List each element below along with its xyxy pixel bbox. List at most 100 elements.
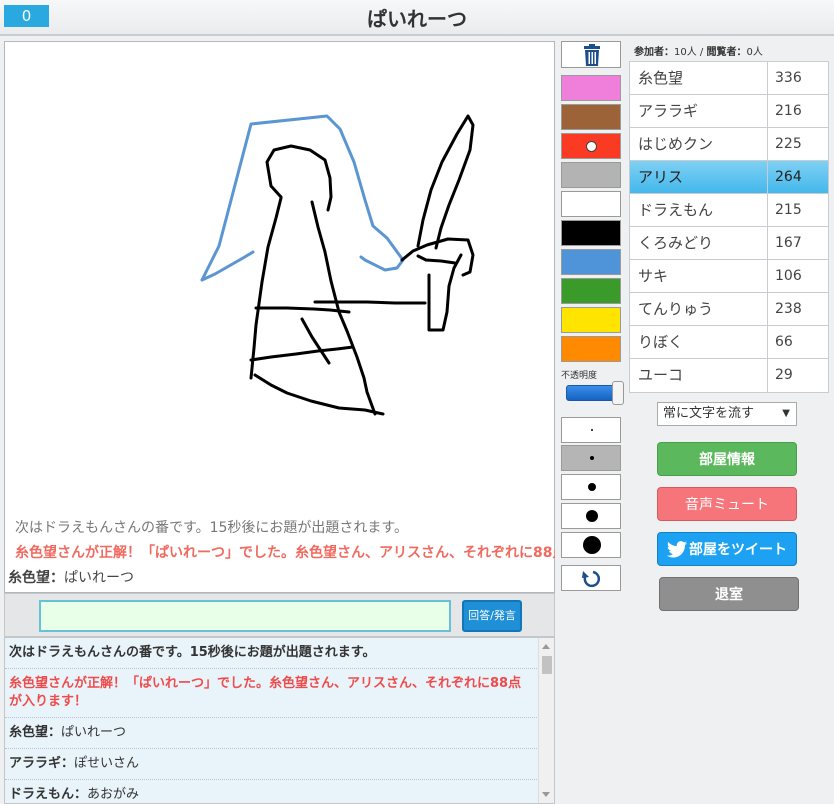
- log-row-speaker: 糸色望：: [9, 725, 62, 740]
- color-swatch[interactable]: [561, 278, 621, 304]
- tweet-room-button[interactable]: 部屋をツイート: [657, 532, 797, 566]
- voice-mute-button[interactable]: 音声ミュート: [657, 487, 797, 521]
- chevron-down-icon: ▼: [782, 408, 790, 419]
- participant-counts: 参加者：10人 / 閲覧者：0人: [634, 43, 763, 58]
- black-stroke-arm: [313, 300, 427, 305]
- log-row-text: ぽせいさん: [74, 756, 140, 771]
- player-score: 216: [775, 103, 802, 119]
- clear-canvas-button[interactable]: [561, 41, 621, 68]
- undo-icon: [582, 570, 601, 588]
- opacity-slider[interactable]: [566, 385, 616, 401]
- player-row: ドラえもん 215: [630, 194, 828, 227]
- color-swatch[interactable]: [561, 162, 621, 188]
- player-score: 167: [775, 235, 802, 251]
- brush-size-2[interactable]: [561, 445, 621, 471]
- log-row: ドラえもん：あおがみ: [5, 780, 537, 803]
- player-score: 29: [775, 367, 793, 383]
- player-score: 336: [775, 70, 802, 86]
- color-swatch[interactable]: [561, 191, 621, 217]
- drawing-canvas[interactable]: 次はドラえもんさんの番です。15秒後にお題が出題されます。 糸色望さんが正解！「…: [4, 41, 555, 593]
- brush-size-dot-icon: [590, 456, 594, 460]
- brush-size-4[interactable]: [561, 503, 621, 529]
- black-stroke-head: [265, 144, 333, 212]
- color-swatch[interactable]: [561, 307, 621, 333]
- canvas-last-chat-text: ぱいれーつ: [64, 570, 134, 586]
- color-swatch[interactable]: [561, 133, 621, 159]
- black-stroke-sword: [416, 114, 475, 250]
- log-row-text: 次はドラえもんさんの番です。15秒後にお題が出題されます。: [9, 645, 376, 660]
- canvas-correct-message: 糸色望さんが正解！「ぱいれーつ」でした。糸色望さん、アリスさん、それぞれに88点…: [15, 545, 555, 561]
- player-score: 238: [775, 301, 802, 317]
- player-row: アリス 264: [630, 161, 828, 194]
- player-name: アララギ: [630, 95, 768, 127]
- leave-room-button[interactable]: 退室: [659, 577, 799, 611]
- black-stroke-belt-top: [254, 306, 351, 314]
- color-swatch[interactable]: [561, 336, 621, 362]
- player-score: 225: [775, 136, 802, 152]
- undo-button[interactable]: [561, 565, 621, 591]
- opacity-label: 不透明度: [561, 371, 598, 381]
- answer-bar: 回答/発言: [4, 593, 555, 637]
- brush-size-5[interactable]: [561, 532, 621, 558]
- player-row: アララギ 216: [630, 95, 828, 128]
- viewers-count: 0人: [746, 47, 763, 58]
- twitter-bird-icon: [666, 541, 688, 558]
- color-swatch[interactable]: [561, 104, 621, 130]
- black-stroke-legs: [300, 317, 331, 365]
- player-row: りぼく 66: [630, 326, 828, 359]
- participants-count: 10人: [674, 47, 697, 58]
- log-row: 糸色望さんが正解！「ぱいれーつ」でした。糸色望さん、アリスさん、それぞれに88点…: [5, 669, 537, 718]
- player-list: 糸色望 336 アララギ 216 はじめクン 225 アリス 264 ドラえもん 215 くろみどり…: [629, 61, 829, 393]
- scroll-thumb[interactable]: [542, 656, 552, 674]
- room-info-button[interactable]: 部屋情報: [657, 442, 797, 476]
- player-score: 66: [775, 334, 793, 350]
- player-score: 215: [775, 202, 802, 218]
- log-row-text: ぱいれーつ: [61, 725, 127, 740]
- log-row-text: あおがみ: [87, 787, 140, 802]
- player-name: 糸色望: [630, 62, 768, 94]
- player-row: 糸色望 336: [630, 62, 828, 95]
- selected-color-dot-icon: [586, 141, 597, 152]
- chat-log-scrollbar[interactable]: [538, 638, 554, 803]
- participants-label: 参加者：: [634, 47, 674, 58]
- answer-input[interactable]: [39, 600, 451, 632]
- brush-size-3[interactable]: [561, 474, 621, 500]
- log-row-text: 糸色望さんが正解！「ぱいれーつ」でした。糸色望さん、アリスさん、それぞれに88点…: [9, 676, 522, 709]
- player-score: 106: [775, 268, 802, 284]
- scroll-down-arrow-icon[interactable]: [542, 792, 550, 797]
- player-row: てんりゅう 238: [630, 293, 828, 326]
- opacity-slider-handle[interactable]: [612, 381, 624, 405]
- log-row-speaker: ドラえもん：: [9, 787, 88, 802]
- brush-size-dot-icon: [583, 536, 601, 554]
- canvas-system-message: 次はドラえもんさんの番です。15秒後にお題が出題されます。: [15, 520, 409, 536]
- log-row-speaker: アララギ：: [9, 756, 75, 771]
- black-stroke-body-left: [249, 196, 283, 380]
- black-stroke-handle: [416, 254, 457, 265]
- player-name: りぼく: [630, 326, 768, 358]
- black-stroke-belt-bottom: [249, 345, 355, 362]
- player-row: くろみどり 167: [630, 227, 828, 260]
- color-swatch[interactable]: [561, 220, 621, 246]
- player-row: ユーコ 29: [630, 359, 828, 392]
- brush-size-1[interactable]: [561, 417, 621, 443]
- page-title: ぱいれーつ: [367, 7, 467, 31]
- log-row: アララギ：ぽせいさん: [5, 749, 537, 780]
- player-name: てんりゅう: [630, 293, 768, 325]
- text-flow-select[interactable]: 常に文字を流す ▼: [657, 402, 797, 426]
- player-name: ドラえもん: [630, 194, 768, 226]
- top-bar: 0 ぱいれーつ: [0, 0, 834, 36]
- chat-log: 次はドラえもんさんの番です。15秒後にお題が出題されます。糸色望さんが正解！「ぱ…: [4, 637, 555, 804]
- canvas-last-chat: 糸色望：ぱいれーつ: [8, 567, 134, 587]
- black-stroke-hilt: [427, 253, 463, 332]
- brush-size-dot-icon: [591, 429, 593, 431]
- player-name: はじめクン: [630, 128, 768, 160]
- trash-icon: [584, 44, 600, 66]
- player-score: 264: [775, 169, 802, 185]
- color-swatch[interactable]: [561, 75, 621, 101]
- answer-submit-button[interactable]: 回答/発言: [462, 600, 522, 632]
- player-name: サキ: [630, 260, 768, 292]
- scroll-up-arrow-icon[interactable]: [542, 644, 550, 649]
- blue-stroke-hood: [200, 114, 405, 282]
- player-name: アリス: [630, 161, 768, 193]
- color-swatch[interactable]: [561, 249, 621, 275]
